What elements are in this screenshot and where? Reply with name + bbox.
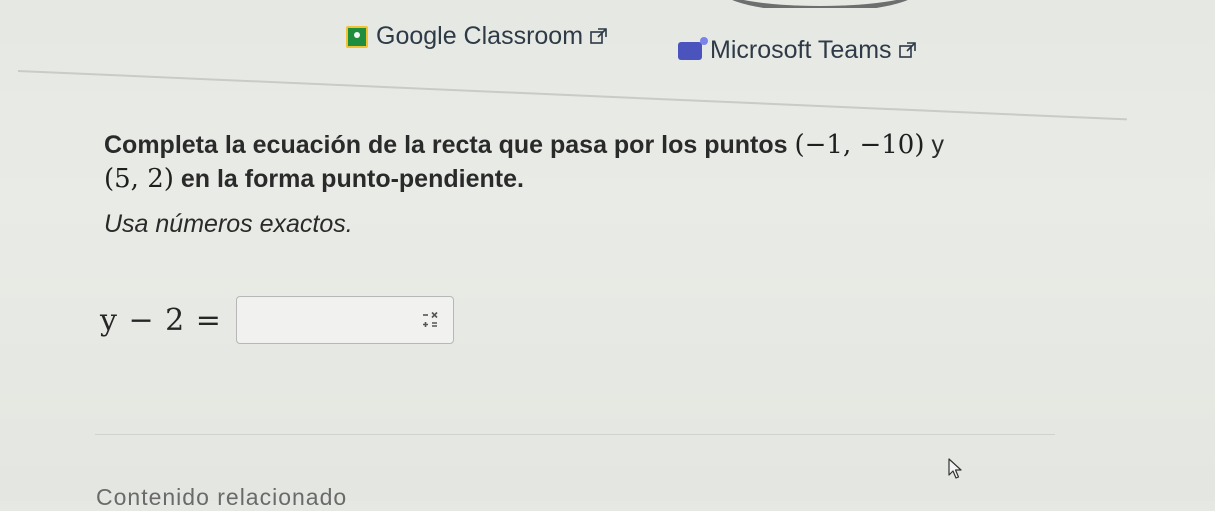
instructions: Usa números exactos. <box>104 210 353 238</box>
point-one: (−1, −10) <box>794 130 925 160</box>
section-divider <box>17 70 1127 121</box>
point-two: (5, 2) <box>104 164 174 194</box>
question-text-before: Completa la ecuación de la recta que pas… <box>104 131 788 159</box>
google-classroom-icon <box>346 25 368 48</box>
google-classroom-label: Google Classroom <box>376 22 584 50</box>
external-link-icon <box>590 28 607 45</box>
equation-row: y − 2 = <box>100 296 454 344</box>
math-keypad-icon[interactable] <box>419 309 441 331</box>
equation-lhs: y − 2 = <box>100 302 222 338</box>
question-text-after: en la forma punto-pendiente. <box>180 165 524 193</box>
answer-input[interactable] <box>235 296 454 344</box>
share-bar: Google Classroom Microsoft Teams <box>0 14 1215 64</box>
external-link-icon <box>898 42 916 59</box>
footer-divider <box>95 434 1055 435</box>
related-content-heading: Contenido relacionado <box>96 484 348 510</box>
mouse-pointer-icon <box>948 458 964 480</box>
google-classroom-link[interactable]: Google Classroom <box>346 22 607 51</box>
question-prompt: Completa la ecuación de la recta que pas… <box>104 128 1064 196</box>
microsoft-teams-icon <box>678 36 708 60</box>
microsoft-teams-link[interactable]: Microsoft Teams <box>678 36 916 65</box>
partial-heading-fragment <box>720 0 920 8</box>
question-connector: y <box>931 131 944 159</box>
microsoft-teams-label: Microsoft Teams <box>710 36 892 64</box>
